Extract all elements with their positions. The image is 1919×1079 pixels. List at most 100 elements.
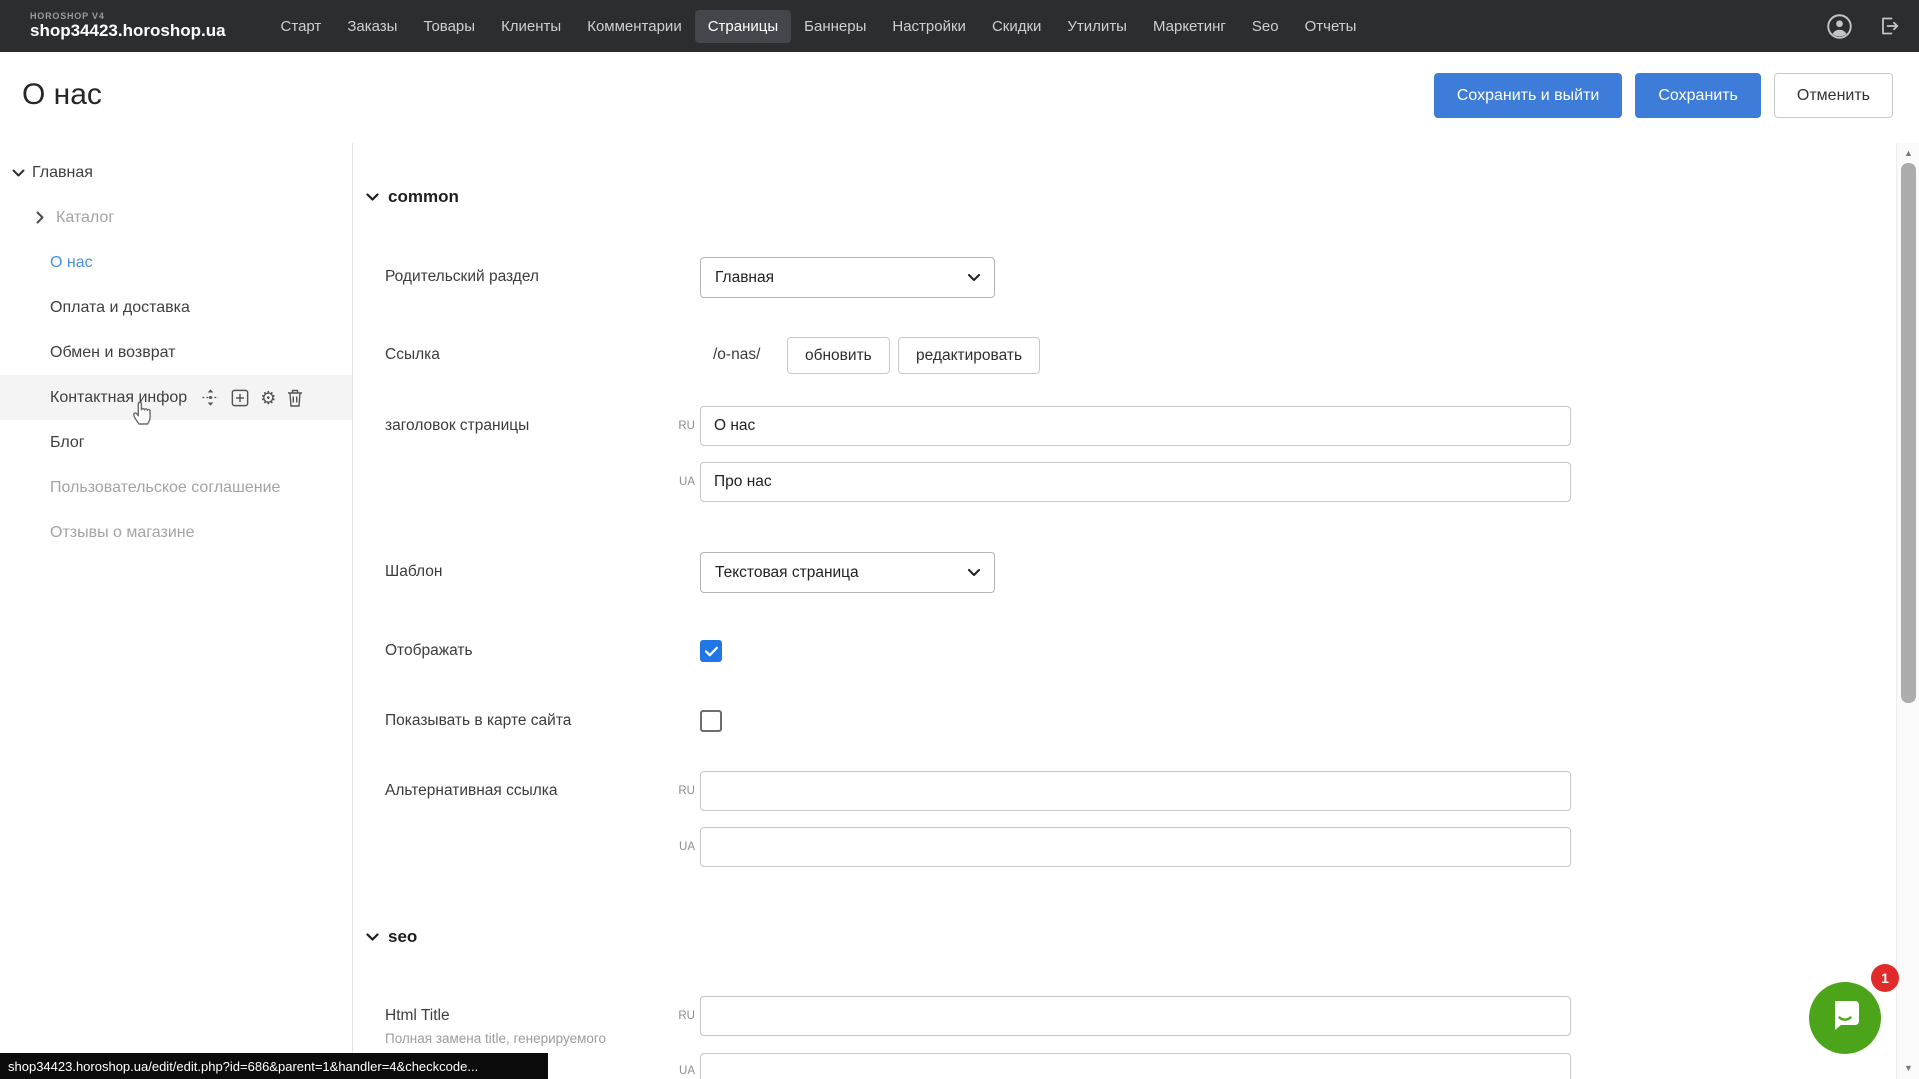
link-label: Ссылка <box>385 346 440 364</box>
chevron-down-icon <box>366 928 379 946</box>
account-icon[interactable] <box>1826 13 1853 40</box>
tree-item-oplata-i-dostavka[interactable]: Оплата и доставка <box>0 285 352 330</box>
browser-status-bar: shop34423.horoshop.ua/edit/edit.php?id=6… <box>0 1053 548 1079</box>
chevron-down-icon <box>366 188 379 206</box>
chat-bubble-icon <box>1825 996 1865 1041</box>
nav-item-products[interactable]: Товары <box>410 10 488 43</box>
sitemap-checkbox[interactable] <box>700 710 722 732</box>
nav-item-utilities[interactable]: Утилиты <box>1054 10 1140 43</box>
page-title-field-label: заголовок страницы <box>385 417 529 435</box>
status-url: shop34423.horoshop.ua/edit/edit.php?id=6… <box>8 1059 478 1074</box>
tree-item-label: Блог <box>50 434 85 452</box>
nav-item-comments[interactable]: Комментарии <box>574 10 694 43</box>
lang-tag-ru: RU <box>660 420 695 432</box>
pages-tree-sidebar: Главная Каталог О нас Оплата и доставка … <box>0 143 352 1079</box>
tree-item-polzovatelskoe-soglashenie[interactable]: Пользовательское соглашение <box>0 465 352 510</box>
page-title: О нас <box>22 78 102 112</box>
link-update-button[interactable]: обновить <box>787 337 890 374</box>
lang-tag-ua: UA <box>660 841 695 853</box>
nav-item-start[interactable]: Старт <box>268 10 335 43</box>
template-select[interactable]: Текстовая страница <box>700 552 995 593</box>
tree-item-label: Пользовательское соглашение <box>50 479 280 497</box>
sidebar-divider <box>352 143 353 1079</box>
section-common-title: common <box>388 187 459 207</box>
nav-item-clients[interactable]: Клиенты <box>488 10 574 43</box>
lang-tag-ua: UA <box>660 1065 695 1077</box>
parent-section-value: Главная <box>715 269 774 287</box>
parent-section-select[interactable]: Главная <box>700 257 995 298</box>
nav-item-banners[interactable]: Баннеры <box>791 10 879 43</box>
nav-item-marketing[interactable]: Маркетинг <box>1140 10 1239 43</box>
trash-icon[interactable] <box>287 389 303 407</box>
link-edit-button[interactable]: редактировать <box>898 337 1040 374</box>
tree-item-label: Каталог <box>56 209 114 227</box>
html-title-ru-input[interactable] <box>700 996 1571 1036</box>
tree-item-kontaktnaya-infor[interactable]: Контактная инфор <box>0 375 352 420</box>
move-icon[interactable] <box>201 388 220 407</box>
lang-tag-ru: RU <box>660 785 695 797</box>
section-common[interactable]: common <box>366 187 459 207</box>
alt-link-ua-input[interactable] <box>700 827 1571 867</box>
lang-tag-ru: RU <box>660 1010 695 1022</box>
top-nav: HOROSHOP V4 shop34423.horoshop.ua Старт … <box>0 0 1919 52</box>
parent-section-label: Родительский раздел <box>385 268 539 286</box>
alt-link-ru-input[interactable] <box>700 771 1571 811</box>
nav-item-pages[interactable]: Страницы <box>695 10 791 43</box>
tree-item-label: О нас <box>50 254 93 272</box>
chevron-down-icon <box>968 274 980 282</box>
nav-item-orders[interactable]: Заказы <box>334 10 410 43</box>
tree-item-obmen-i-vozvrat[interactable]: Обмен и возврат <box>0 330 352 375</box>
tree-item-actions: ⚙ <box>201 388 303 407</box>
sitemap-label: Показывать в карте сайта <box>385 712 571 730</box>
tree-item-label: Обмен и возврат <box>50 344 175 362</box>
tree-item-label: Оплата и доставка <box>50 299 190 317</box>
scrollbar-thumb[interactable] <box>1901 163 1916 703</box>
pages-tree: Главная Каталог О нас Оплата и доставка … <box>0 143 352 555</box>
section-seo[interactable]: seo <box>366 927 417 947</box>
scroll-up-arrow[interactable]: ▲ <box>1897 148 1919 158</box>
display-label: Отображать <box>385 642 473 660</box>
scroll-down-arrow[interactable]: ▼ <box>1897 1063 1919 1073</box>
page-title-ru-input[interactable] <box>700 406 1571 446</box>
nav-menu: Старт Заказы Товары Клиенты Комментарии … <box>268 10 1370 43</box>
nav-right-icons <box>1826 13 1901 40</box>
tree-item-otzyvy-o-magazine[interactable]: Отзывы о магазине <box>0 510 352 555</box>
display-checkbox[interactable] <box>700 640 722 662</box>
lang-tag-ua: UA <box>660 476 695 488</box>
tree-item-katalog[interactable]: Каталог <box>0 195 352 240</box>
page-header: О нас Сохранить и выйти Сохранить Отмени… <box>0 52 1919 143</box>
html-title-hint: Полная замена title, генерируемого <box>385 1031 606 1046</box>
chevron-right-icon[interactable] <box>36 211 49 224</box>
chat-widget-button[interactable] <box>1809 982 1881 1054</box>
tree-item-glavnaya[interactable]: Главная <box>0 150 352 195</box>
page-title-ua-input[interactable] <box>700 462 1571 502</box>
template-label: Шаблон <box>385 563 442 581</box>
template-value: Текстовая страница <box>715 564 859 582</box>
chat-unread-badge: 1 <box>1871 964 1899 992</box>
tree-item-label: Контактная инфор <box>50 389 187 407</box>
site-logo: HOROSHOP V4 shop34423.horoshop.ua <box>30 11 226 41</box>
tree-item-o-nas[interactable]: О нас <box>0 240 352 285</box>
chevron-down-icon <box>968 569 980 577</box>
link-path-value: /o-nas/ <box>713 346 760 364</box>
section-seo-title: seo <box>388 927 417 947</box>
logo-version: HOROSHOP V4 <box>30 11 226 21</box>
nav-item-discounts[interactable]: Скидки <box>979 10 1054 43</box>
gear-icon[interactable]: ⚙ <box>260 389 276 407</box>
html-title-ua-input[interactable] <box>700 1053 1571 1079</box>
tree-item-label: Главная <box>32 164 93 182</box>
nav-item-reports[interactable]: Отчеты <box>1292 10 1370 43</box>
save-and-exit-button[interactable]: Сохранить и выйти <box>1434 73 1623 118</box>
vertical-scrollbar[interactable]: ▲ ▼ <box>1896 143 1919 1079</box>
header-buttons: Сохранить и выйти Сохранить Отменить <box>1434 73 1893 118</box>
chevron-down-icon[interactable] <box>12 169 25 177</box>
horoshop-admin-app: HOROSHOP V4 shop34423.horoshop.ua Старт … <box>0 0 1919 1079</box>
nav-item-seo[interactable]: Seo <box>1239 10 1292 43</box>
html-title-label: Html Title <box>385 1007 450 1025</box>
add-icon[interactable] <box>231 389 249 407</box>
tree-item-blog[interactable]: Блог <box>0 420 352 465</box>
nav-item-settings[interactable]: Настройки <box>879 10 979 43</box>
save-button[interactable]: Сохранить <box>1635 73 1761 118</box>
logout-icon[interactable] <box>1877 14 1901 38</box>
cancel-button[interactable]: Отменить <box>1774 73 1893 118</box>
